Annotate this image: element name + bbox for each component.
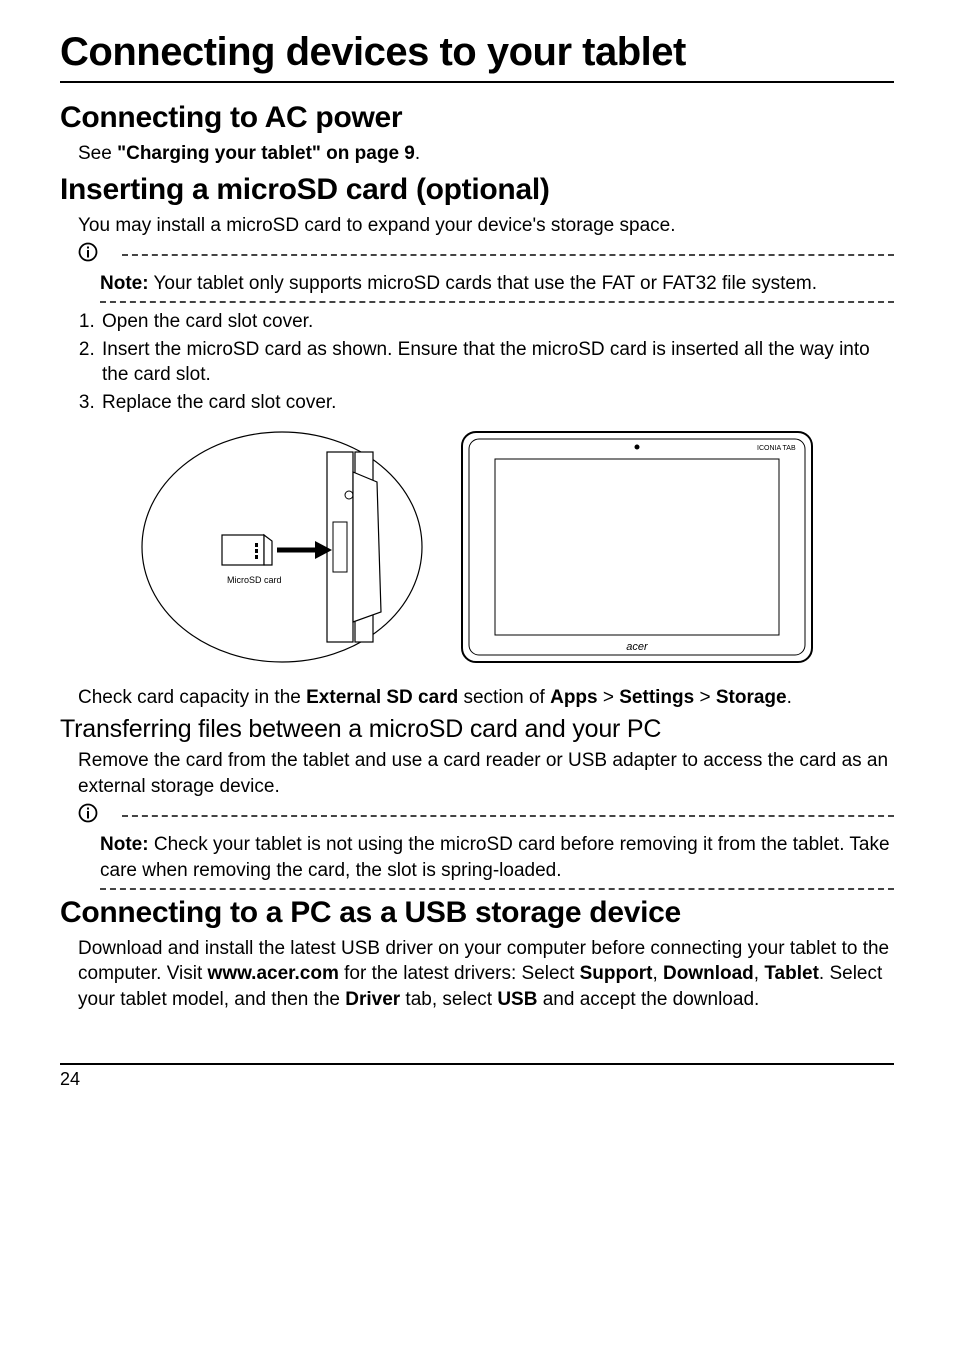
note-label: Note: bbox=[100, 834, 149, 855]
dashed-divider bbox=[122, 815, 894, 817]
ui-path-external-sd: External SD card bbox=[306, 687, 458, 708]
text-fragment: , bbox=[652, 963, 663, 984]
page-number: 24 bbox=[60, 1069, 80, 1089]
microsd-intro: You may install a microSD card to expand… bbox=[78, 213, 894, 239]
see-prefix: See bbox=[78, 143, 117, 164]
text-fragment: and accept the download. bbox=[537, 989, 759, 1010]
ui-path-apps: Apps bbox=[550, 687, 598, 708]
text-fragment: section of bbox=[458, 687, 550, 708]
text-fragment: > bbox=[598, 687, 620, 708]
note-text-microsd: Note: Your tablet only supports microSD … bbox=[100, 267, 894, 301]
info-icon bbox=[78, 242, 100, 267]
step-item: Insert the microSD card as shown. Ensure… bbox=[100, 337, 894, 388]
heading-usb-storage: Connecting to a PC as a USB storage devi… bbox=[60, 896, 894, 930]
note-body: Your tablet only supports microSD cards … bbox=[149, 273, 817, 294]
text-fragment: tab, select bbox=[400, 989, 497, 1010]
ui-path-driver: Driver bbox=[345, 989, 400, 1010]
page-title: Connecting devices to your tablet bbox=[60, 30, 894, 83]
steps-list: Open the card slot cover. Insert the mic… bbox=[78, 309, 894, 416]
text-fragment: , bbox=[754, 963, 765, 984]
figure-tablet-front: ICONIA TAB acer bbox=[457, 427, 817, 667]
usb-body: Download and install the latest USB driv… bbox=[78, 936, 894, 1013]
info-icon bbox=[78, 803, 100, 828]
transfer-body: Remove the card from the tablet and use … bbox=[78, 748, 894, 799]
step-item: Open the card slot cover. bbox=[100, 309, 894, 335]
figure-microsd-insert: MicroSD card bbox=[137, 427, 427, 667]
step-item: Replace the card slot cover. bbox=[100, 390, 894, 416]
page-content: Connecting devices to your tablet Connec… bbox=[0, 0, 954, 1100]
cross-reference-link[interactable]: "Charging your tablet" on page 9 bbox=[117, 143, 415, 164]
figure-label-microsd: MicroSD card bbox=[227, 575, 282, 585]
dashed-divider bbox=[122, 254, 894, 256]
text-fragment: . bbox=[787, 687, 792, 708]
ui-path-settings: Settings bbox=[619, 687, 694, 708]
text-fragment: Check card capacity in the bbox=[78, 687, 306, 708]
check-capacity-text: Check card capacity in the External SD c… bbox=[78, 685, 894, 711]
note-body: Check your tablet is not using the micro… bbox=[100, 834, 890, 881]
text-fragment: > bbox=[694, 687, 716, 708]
tablet-model-text: ICONIA TAB bbox=[757, 445, 796, 452]
ui-path-usb: USB bbox=[497, 989, 537, 1010]
note-label: Note: bbox=[100, 273, 149, 294]
text-fragment: for the latest drivers: Select bbox=[339, 963, 580, 984]
see-suffix: . bbox=[415, 143, 420, 164]
ui-path-storage: Storage bbox=[716, 687, 787, 708]
ui-path-support: Support bbox=[580, 963, 653, 984]
heading-ac-power: Connecting to AC power bbox=[60, 101, 894, 135]
page-footer: 24 bbox=[60, 1063, 894, 1090]
note-block-microsd: Note: Your tablet only supports microSD … bbox=[78, 244, 894, 303]
ui-path-download: Download bbox=[663, 963, 754, 984]
heading-microsd: Inserting a microSD card (optional) bbox=[60, 173, 894, 207]
heading-transfer-files: Transferring files between a microSD car… bbox=[60, 715, 894, 744]
ac-power-see: See "Charging your tablet" on page 9. bbox=[78, 141, 894, 167]
figure-row: MicroSD card ICONIA TAB acer bbox=[60, 427, 894, 667]
tablet-brand-text: acer bbox=[626, 641, 649, 653]
url-acer[interactable]: www.acer.com bbox=[208, 963, 339, 984]
dashed-divider bbox=[100, 301, 894, 303]
ui-path-tablet: Tablet bbox=[764, 963, 819, 984]
note-text-transfer: Note: Check your tablet is not using the… bbox=[100, 828, 894, 887]
dashed-divider bbox=[100, 888, 894, 890]
note-block-transfer: Note: Check your tablet is not using the… bbox=[78, 805, 894, 889]
